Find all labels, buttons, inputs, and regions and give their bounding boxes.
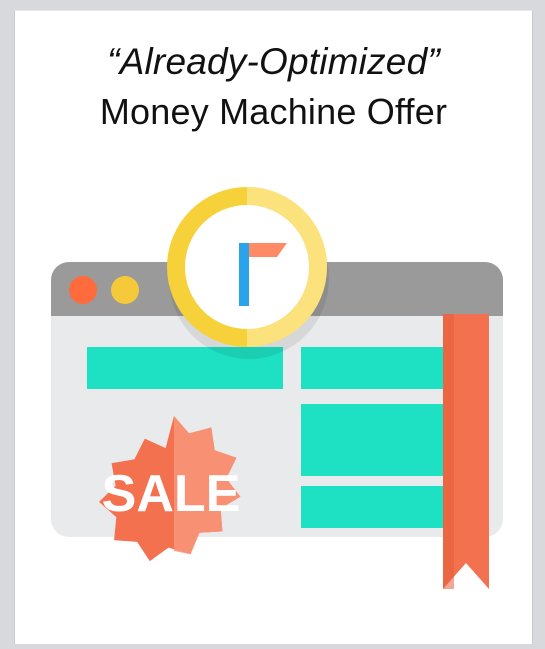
content-block-right-2	[301, 404, 455, 476]
content-block-right-3	[301, 486, 455, 528]
ribbon-shade	[443, 314, 454, 589]
content-block-right-1	[301, 347, 455, 389]
bookmark-ribbon-icon	[443, 314, 489, 589]
logo-bar-vertical	[239, 243, 249, 306]
offer-card: “Already-Optimized” Money Machine Offer	[14, 10, 533, 644]
sale-badge-text: SALE	[102, 465, 241, 523]
clock-badge-icon	[167, 187, 329, 359]
window-dot-yellow	[111, 276, 139, 304]
offer-illustration: SALE	[51, 187, 503, 589]
window-dot-orange	[69, 276, 97, 304]
